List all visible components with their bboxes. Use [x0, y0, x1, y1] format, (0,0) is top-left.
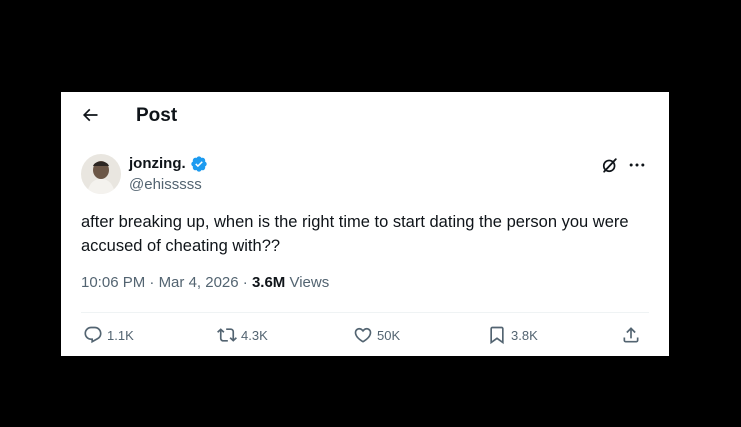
meta-separator: ·	[149, 274, 159, 291]
more-options-button[interactable]	[625, 155, 649, 175]
author-handle[interactable]: @ehisssss	[129, 175, 208, 195]
action-bar: 1.1K 4.3K 50K 3.8K	[61, 320, 669, 350]
share-button[interactable]	[621, 320, 641, 350]
views-count: 3.6M	[251, 274, 286, 291]
grok-button[interactable]	[600, 155, 620, 175]
more-horizontal-icon	[629, 163, 645, 167]
like-count: 50K	[377, 327, 401, 343]
page-title: Post	[136, 105, 178, 126]
arrow-left-icon	[82, 108, 98, 122]
post-text: after breaking up, when is the right tim…	[81, 213, 629, 255]
post-card: Post jonzing. @ehisssss after breaking u…	[61, 92, 669, 356]
post-meta: 10:06 PM · Mar 4, 2026 · 3.6M Views	[81, 273, 329, 293]
heart-icon	[354, 327, 372, 343]
verified-badge-icon	[190, 156, 207, 172]
bookmark-icon	[490, 326, 504, 345]
repost-button[interactable]: 4.3K	[217, 320, 268, 350]
avatar-image	[81, 154, 121, 194]
author-name[interactable]: jonzing.	[129, 154, 186, 174]
author-info: jonzing. @ehisssss	[129, 154, 208, 195]
views-label: Views	[289, 274, 330, 291]
bookmark-count: 3.8K	[511, 327, 538, 343]
reply-count: 1.1K	[107, 327, 134, 343]
share-icon	[623, 327, 639, 343]
repost-icon	[217, 328, 237, 342]
grok-icon	[602, 158, 617, 173]
repost-count: 4.3K	[241, 327, 268, 343]
reply-button[interactable]: 1.1K	[83, 320, 134, 350]
reply-icon	[84, 326, 102, 344]
post-time[interactable]: 10:06 PM	[81, 274, 145, 291]
post-header: Post	[61, 92, 669, 142]
meta-separator-2: ·	[242, 274, 252, 291]
avatar[interactable]	[81, 154, 121, 194]
like-button[interactable]: 50K	[353, 320, 400, 350]
bookmark-button[interactable]: 3.8K	[487, 320, 538, 350]
name-row: jonzing.	[129, 154, 208, 174]
post-date[interactable]: Mar 4, 2026	[159, 274, 239, 291]
back-button[interactable]	[79, 104, 101, 126]
divider	[81, 312, 649, 313]
